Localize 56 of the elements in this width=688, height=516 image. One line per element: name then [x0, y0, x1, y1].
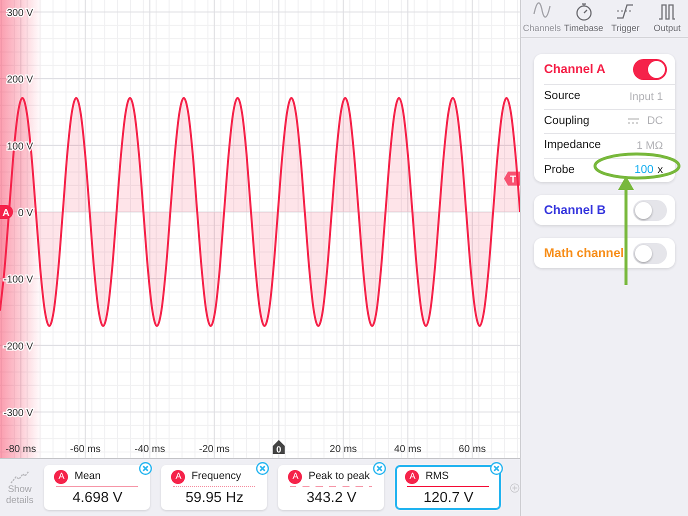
toggle-switch[interactable]: [633, 200, 667, 220]
y-tick-label: 200 V: [6, 74, 33, 86]
square-pulse-icon: [657, 2, 678, 22]
channel-title: Math channel: [544, 244, 624, 262]
measurement-label: RMS: [425, 469, 449, 484]
y-tick-label: 0 V: [18, 208, 33, 219]
measurement-value: 120.7 V: [422, 488, 474, 508]
toolbar-tab[interactable]: Output: [647, 2, 688, 37]
y-tick-label: -100 V: [4, 274, 33, 286]
stopwatch-icon: [574, 2, 594, 22]
y-tick-label: -200 V: [4, 341, 33, 352]
close-icon[interactable]: [490, 462, 504, 475]
measurement-card[interactable]: A Mean 4.698 V: [44, 465, 150, 510]
zero-marker[interactable]: 0: [272, 440, 285, 454]
channel-marker[interactable]: A: [0, 205, 16, 219]
measurement-card[interactable]: A RMS 120.7 V: [395, 465, 502, 510]
trigger-marker[interactable]: T: [504, 172, 520, 186]
chart-icon[interactable]: [10, 470, 30, 484]
y-tick-label: -300 V: [4, 408, 33, 419]
channel-badge: A: [405, 470, 420, 484]
channel-title: Channel B: [544, 202, 606, 219]
x-tick-label: 20 ms: [330, 444, 357, 455]
dc-symbol-icon: [628, 118, 640, 124]
x-tick-label: 40 ms: [394, 444, 422, 455]
channel-badge: A: [54, 470, 68, 484]
unit-label: x: [658, 163, 663, 178]
close-icon[interactable]: [373, 462, 386, 475]
measurement-card[interactable]: A Peak to peak 343.2 V: [278, 465, 384, 510]
y-tick-label: 300 V: [6, 8, 33, 19]
x-tick-label: -60 ms: [70, 444, 101, 455]
x-tick-label: 60 ms: [458, 444, 486, 455]
close-icon[interactable]: [256, 462, 270, 475]
channel-badge: A: [171, 470, 186, 484]
setting-label: Probe: [544, 162, 575, 178]
toggle-switch[interactable]: [633, 242, 667, 264]
setting-label: Coupling: [544, 114, 590, 129]
channel-badge: A: [288, 470, 302, 484]
close-icon[interactable]: [139, 462, 152, 475]
x-tick-label: -80 ms: [6, 444, 36, 455]
toolbar-tab[interactable]: Channels: [522, 2, 562, 37]
toolbar-tab[interactable]: Trigger: [605, 2, 646, 37]
toggle-switch[interactable]: [633, 58, 667, 80]
measurement-label: Frequency: [191, 469, 242, 484]
setting-label: Impedance: [544, 138, 601, 154]
measurement-value: 59.95 Hz: [184, 488, 244, 508]
channel-title: Channel A: [544, 60, 606, 78]
setting-value[interactable]: 100: [634, 162, 654, 179]
measurement-value: 343.2 V: [305, 488, 358, 508]
x-tick-label: -20 ms: [199, 444, 230, 455]
measurement-label: Peak to peak: [308, 469, 370, 484]
measurement-card[interactable]: A Frequency 59.95 Hz: [161, 465, 268, 510]
setting-label: Source: [544, 89, 580, 104]
measurement-label: Mean: [74, 469, 101, 484]
x-tick-label: -40 ms: [134, 444, 166, 455]
toolbar-tab[interactable]: Timebase: [564, 2, 604, 37]
measurement-value: 4.698 V: [71, 488, 124, 508]
